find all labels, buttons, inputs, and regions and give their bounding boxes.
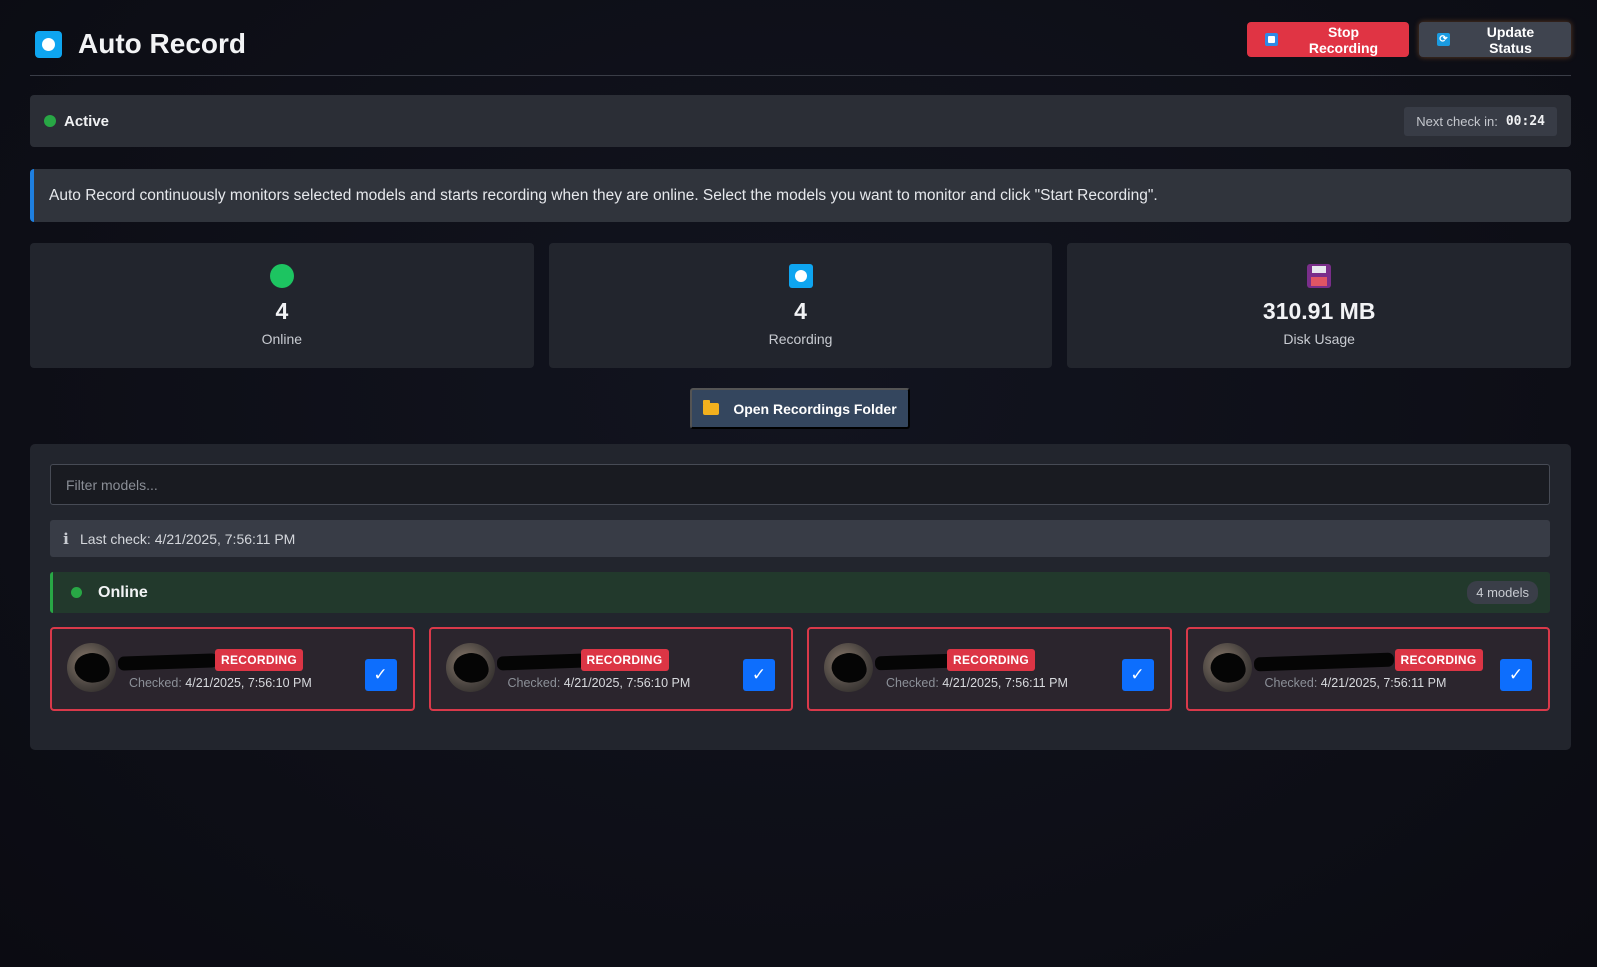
record-icon xyxy=(788,264,813,288)
update-status-button[interactable]: ⟳ Update Status xyxy=(1419,22,1571,57)
stat-label: Disk Usage xyxy=(1283,331,1355,347)
checked-time: Checked: 4/21/2025, 7:56:10 PM xyxy=(508,676,691,690)
model-card[interactable]: RECORDING Checked: 4/21/2025, 7:56:11 PM… xyxy=(1185,627,1550,711)
model-select-checkbox[interactable]: ✓ xyxy=(1500,659,1532,691)
title-group: Auto Record xyxy=(35,28,246,60)
online-title-group: Online xyxy=(71,584,148,602)
avatar xyxy=(445,643,495,692)
online-section-header[interactable]: Online 4 models xyxy=(50,572,1550,613)
folder-icon xyxy=(703,399,720,415)
model-select-checkbox[interactable]: ✓ xyxy=(364,659,397,691)
stat-value: 310.91 MB xyxy=(1262,298,1376,324)
models-panel: i Last check: 4/21/2025, 7:56:11 PM Onli… xyxy=(30,444,1571,750)
checked-label: Checked: xyxy=(1264,676,1318,690)
stat-value: 4 xyxy=(794,298,807,324)
refresh-icon: ⟳ xyxy=(1437,33,1450,46)
status-indicator: Active xyxy=(44,113,109,130)
filter-models-input[interactable] xyxy=(50,464,1550,505)
page-title: Auto Record xyxy=(78,28,246,59)
checked-value: 4/21/2025, 7:56:11 PM xyxy=(942,676,1068,690)
header-actions: Stop Recording ⟳ Update Status xyxy=(1247,22,1571,57)
record-icon xyxy=(35,30,62,58)
status-text: Active xyxy=(64,112,110,130)
model-select-checkbox[interactable]: ✓ xyxy=(1121,659,1154,691)
floppy-disk-icon xyxy=(1307,264,1332,288)
checked-time: Checked: 4/21/2025, 7:56:11 PM xyxy=(886,676,1068,690)
open-folder-label: Open Recordings Folder xyxy=(733,400,897,417)
checked-value: 4/21/2025, 7:56:10 PM xyxy=(185,676,312,690)
avatar xyxy=(824,643,873,692)
recording-badge: RECORDING xyxy=(215,649,304,671)
redacted-name xyxy=(117,653,219,671)
status-bar: Active Next check in: 00:24 xyxy=(30,95,1571,147)
update-status-label: Update Status xyxy=(1486,23,1535,56)
stat-label: Recording xyxy=(768,331,833,347)
active-dot-icon xyxy=(44,115,56,127)
checked-value: 4/21/2025, 7:56:10 PM xyxy=(563,676,691,690)
online-section-title: Online xyxy=(98,583,148,601)
model-card[interactable]: RECORDING Checked: 4/21/2025, 7:56:10 PM… xyxy=(428,627,793,711)
stat-card-online: 4 Online xyxy=(30,243,534,368)
checked-time: Checked: 4/21/2025, 7:56:11 PM xyxy=(1265,676,1447,690)
info-text: Auto Record continuously monitors select… xyxy=(49,186,1158,204)
checked-label: Checked: xyxy=(507,676,561,690)
model-count-badge: 4 models xyxy=(1467,581,1538,604)
recording-badge: RECORDING xyxy=(947,649,1036,671)
stat-value: 4 xyxy=(275,298,289,324)
info-icon: i xyxy=(63,529,69,548)
model-select-checkbox[interactable]: ✓ xyxy=(743,659,775,691)
stop-recording-label: Stop Recording xyxy=(1308,23,1379,56)
redacted-name xyxy=(874,653,956,671)
redacted-name xyxy=(1253,652,1394,672)
model-cards: RECORDING Checked: 4/21/2025, 7:56:10 PM… xyxy=(50,627,1550,711)
checked-label: Checked: xyxy=(886,676,939,690)
checked-label: Checked: xyxy=(129,676,182,690)
next-check-timer: Next check in: 00:24 xyxy=(1404,106,1557,136)
stat-card-disk-usage: 310.91 MB Disk Usage xyxy=(1067,243,1572,368)
page-header: Auto Record Stop Recording ⟳ Update Stat… xyxy=(30,22,1571,76)
model-card[interactable]: RECORDING Checked: 4/21/2025, 7:56:11 PM… xyxy=(807,627,1172,711)
recording-badge: RECORDING xyxy=(1394,649,1483,671)
avatar xyxy=(67,643,116,692)
checked-value: 4/21/2025, 7:56:11 PM xyxy=(1320,676,1447,690)
stats-row: 4 Online 4 Recording 310.91 MB Disk Usag… xyxy=(30,243,1572,368)
stat-card-recording: 4 Recording xyxy=(548,243,1053,368)
stop-recording-button[interactable]: Stop Recording xyxy=(1247,22,1409,57)
stat-label: Online xyxy=(261,331,303,347)
green-circle-icon xyxy=(269,264,294,288)
avatar xyxy=(1202,643,1252,692)
model-card[interactable]: RECORDING Checked: 4/21/2025, 7:56:10 PM… xyxy=(50,627,415,711)
info-alert: Auto Record continuously monitors select… xyxy=(30,169,1571,222)
last-check-text: Last check: 4/21/2025, 7:56:11 PM xyxy=(80,530,296,547)
open-recordings-folder-button[interactable]: Open Recordings Folder xyxy=(690,388,910,429)
online-dot-icon xyxy=(71,587,82,598)
last-check-bar: i Last check: 4/21/2025, 7:56:11 PM xyxy=(50,520,1550,557)
redacted-name xyxy=(496,653,587,671)
stop-icon xyxy=(1265,33,1278,46)
checked-time: Checked: 4/21/2025, 7:56:10 PM xyxy=(129,676,312,690)
recording-badge: RECORDING xyxy=(580,649,669,671)
next-check-label: Next check in: xyxy=(1416,113,1498,129)
countdown-value: 00:24 xyxy=(1505,113,1545,129)
